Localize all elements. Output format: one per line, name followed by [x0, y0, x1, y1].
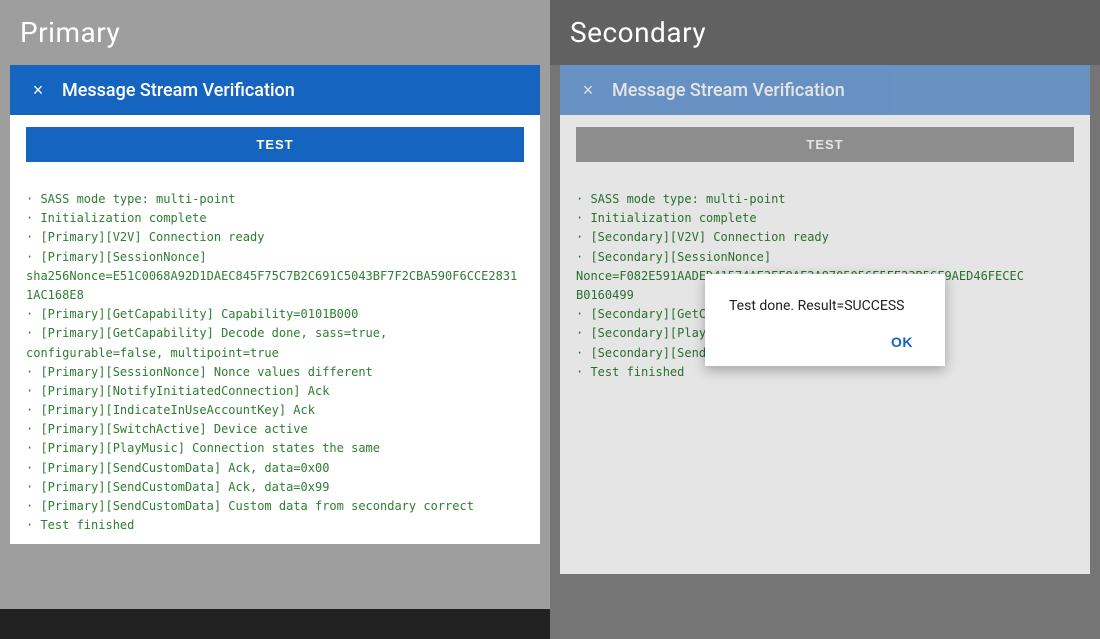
result-dialog-ok-container: OK: [729, 330, 921, 354]
left-panel-title: Primary: [20, 16, 120, 49]
left-panel: Primary × Message Stream Verification TE…: [0, 0, 550, 639]
right-dialog: × Message Stream Verification TEST · SAS…: [560, 65, 1090, 574]
left-header: Primary: [0, 0, 550, 65]
right-panel-title: Secondary: [570, 16, 706, 49]
left-test-button[interactable]: TEST: [26, 127, 524, 162]
left-dialog-wrapper: × Message Stream Verification TEST · SAS…: [0, 65, 550, 609]
left-dialog-content: · SASS mode type: multi-point · Initiali…: [10, 174, 540, 544]
right-header: Secondary: [550, 0, 1100, 65]
left-bottom-bar: [0, 609, 550, 639]
left-dialog-titlebar: × Message Stream Verification: [10, 65, 540, 115]
left-close-icon: ×: [33, 80, 44, 101]
left-dialog-title: Message Stream Verification: [62, 80, 295, 101]
left-dialog: × Message Stream Verification TEST · SAS…: [10, 65, 540, 544]
right-dialog-wrapper: × Message Stream Verification TEST · SAS…: [550, 65, 1100, 639]
result-dialog-overlay: Test done. Result=SUCCESS OK: [560, 65, 1090, 574]
left-log-text: · SASS mode type: multi-point · Initiali…: [26, 190, 524, 535]
left-close-button[interactable]: ×: [26, 78, 50, 102]
result-dialog: Test done. Result=SUCCESS OK: [705, 274, 945, 366]
right-panel: Secondary × Message Stream Verification …: [550, 0, 1100, 639]
result-dialog-text: Test done. Result=SUCCESS: [729, 298, 921, 314]
ok-button[interactable]: OK: [883, 330, 921, 354]
